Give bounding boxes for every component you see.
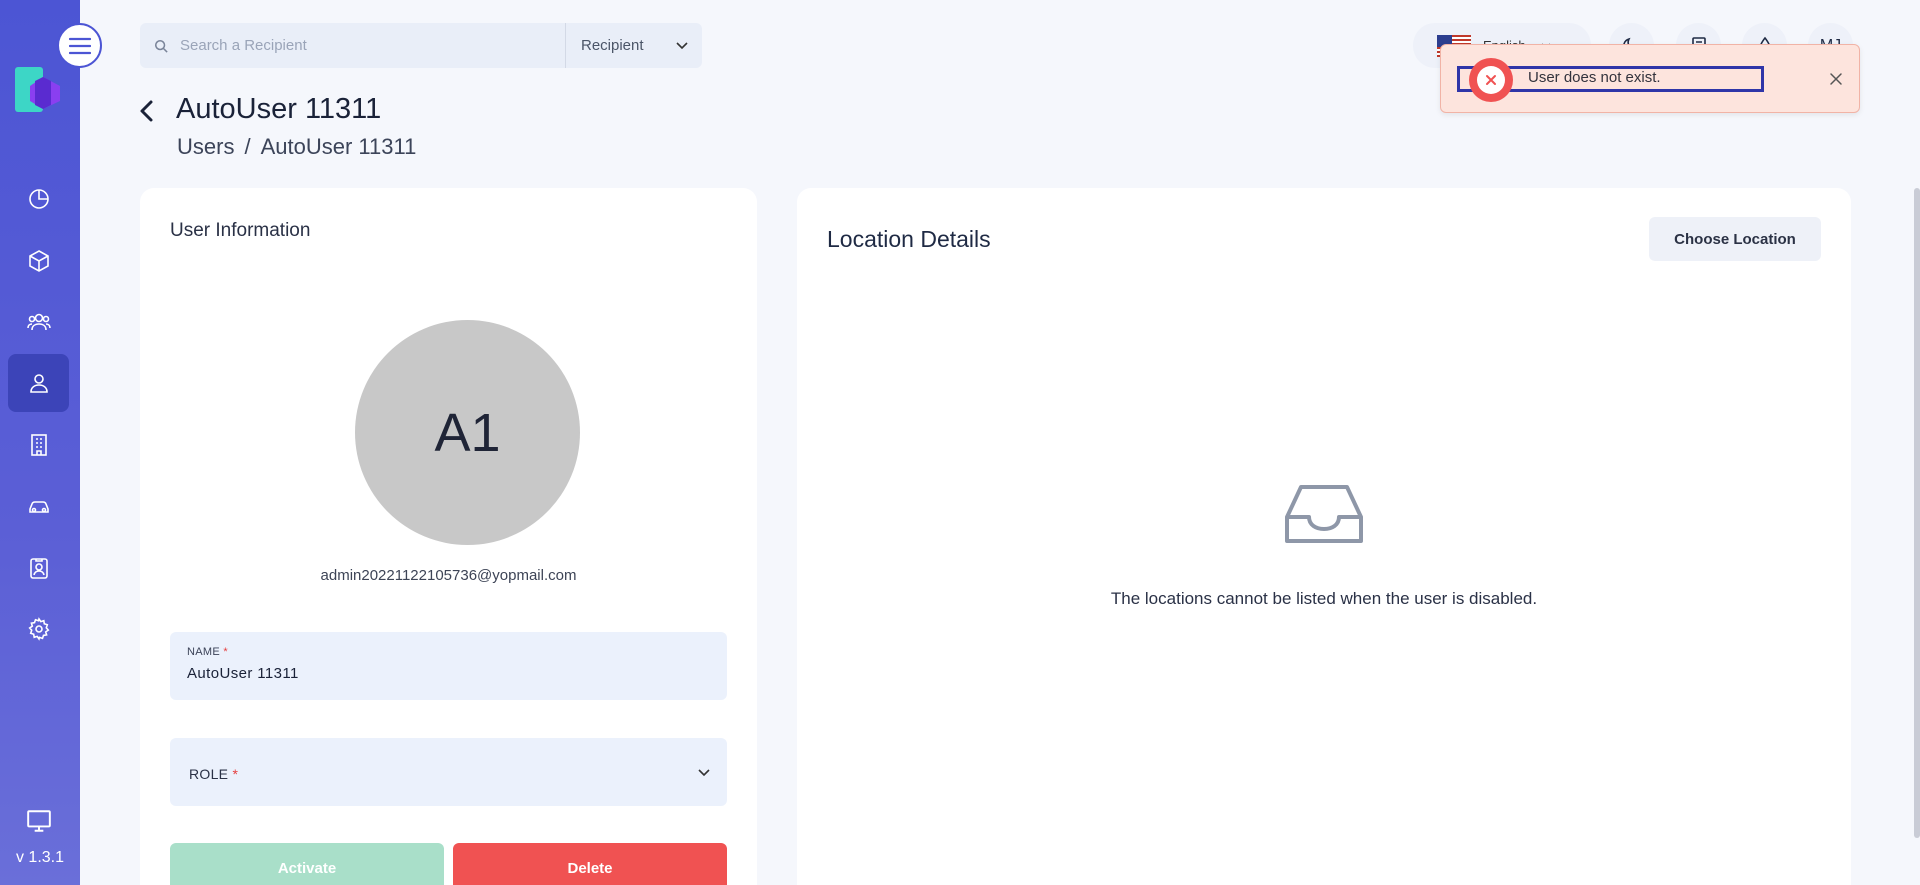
sidebar-item-users[interactable]: [8, 354, 69, 412]
breadcrumb-current: AutoUser 11311: [260, 134, 417, 159]
delete-button[interactable]: Delete: [453, 843, 727, 885]
page-title: AutoUser 11311: [176, 93, 382, 125]
name-label: NAME *: [187, 646, 228, 658]
sidebar: v 1.3.1: [0, 0, 80, 885]
badge-icon: [29, 558, 48, 579]
cube-icon: [28, 250, 49, 272]
breadcrumb-separator: /: [244, 134, 251, 159]
sidebar-item-dashboard[interactable]: [8, 170, 69, 228]
hamburger-icon: [68, 37, 91, 54]
sidebar-item-packages[interactable]: [8, 232, 69, 290]
name-field[interactable]: NAME * AutoUser 11311: [170, 632, 727, 700]
gear-icon: [27, 617, 49, 641]
search-type-label: Recipient: [581, 37, 644, 54]
sidebar-item-recipients[interactable]: [8, 293, 69, 351]
group-icon: [26, 313, 51, 331]
empty-locations-message: The locations cannot be listed when the …: [1110, 589, 1538, 608]
building-icon: [30, 434, 47, 456]
location-details-card: Location Details Choose Location The loc…: [797, 188, 1851, 885]
menu-toggle-button[interactable]: [57, 23, 102, 68]
user-icon: [29, 374, 48, 393]
recipient-search: Recipient: [140, 23, 702, 68]
user-information-card: User Information A1 admin20221122105736@…: [140, 188, 757, 885]
sidebar-item-contacts[interactable]: [8, 539, 69, 597]
error-icon: [1469, 58, 1513, 102]
user-avatar: A1: [355, 320, 580, 545]
empty-inbox-icon: [1285, 485, 1363, 543]
sidebar-item-buildings[interactable]: [8, 416, 69, 474]
location-details-title: Location Details: [827, 226, 991, 252]
sidebar-item-settings[interactable]: [8, 600, 69, 658]
app-logo: [15, 67, 60, 112]
breadcrumb-users[interactable]: Users: [177, 134, 234, 159]
search-input[interactable]: [180, 37, 560, 54]
user-email: admin20221122105736@yopmail.com: [320, 567, 577, 584]
choose-location-button[interactable]: Choose Location: [1649, 217, 1821, 261]
monitor-icon[interactable]: [26, 808, 52, 834]
car-icon: [28, 501, 49, 513]
role-label: ROLE *: [189, 766, 239, 782]
app-version: v 1.3.1: [15, 849, 65, 866]
breadcrumb: Users / AutoUser 11311: [177, 134, 416, 160]
search-icon: [154, 39, 168, 53]
role-select[interactable]: ROLE *: [170, 738, 727, 806]
page-scrollbar[interactable]: [1914, 188, 1920, 838]
chevron-down-icon: [676, 41, 688, 49]
sidebar-item-vehicles[interactable]: [8, 477, 69, 535]
error-toast: User does not exist.: [1440, 44, 1860, 113]
toast-message: User does not exist.: [1528, 69, 1661, 86]
activate-button[interactable]: Activate: [170, 843, 444, 885]
pie-chart-icon: [28, 189, 49, 209]
back-arrow-icon[interactable]: [136, 98, 158, 124]
name-value: AutoUser 11311: [187, 665, 299, 682]
chevron-down-icon: [698, 769, 710, 777]
search-divider: [565, 23, 566, 68]
user-information-title: User Information: [170, 220, 311, 241]
search-type-select[interactable]: Recipient: [581, 23, 701, 68]
close-icon[interactable]: [1827, 70, 1845, 88]
